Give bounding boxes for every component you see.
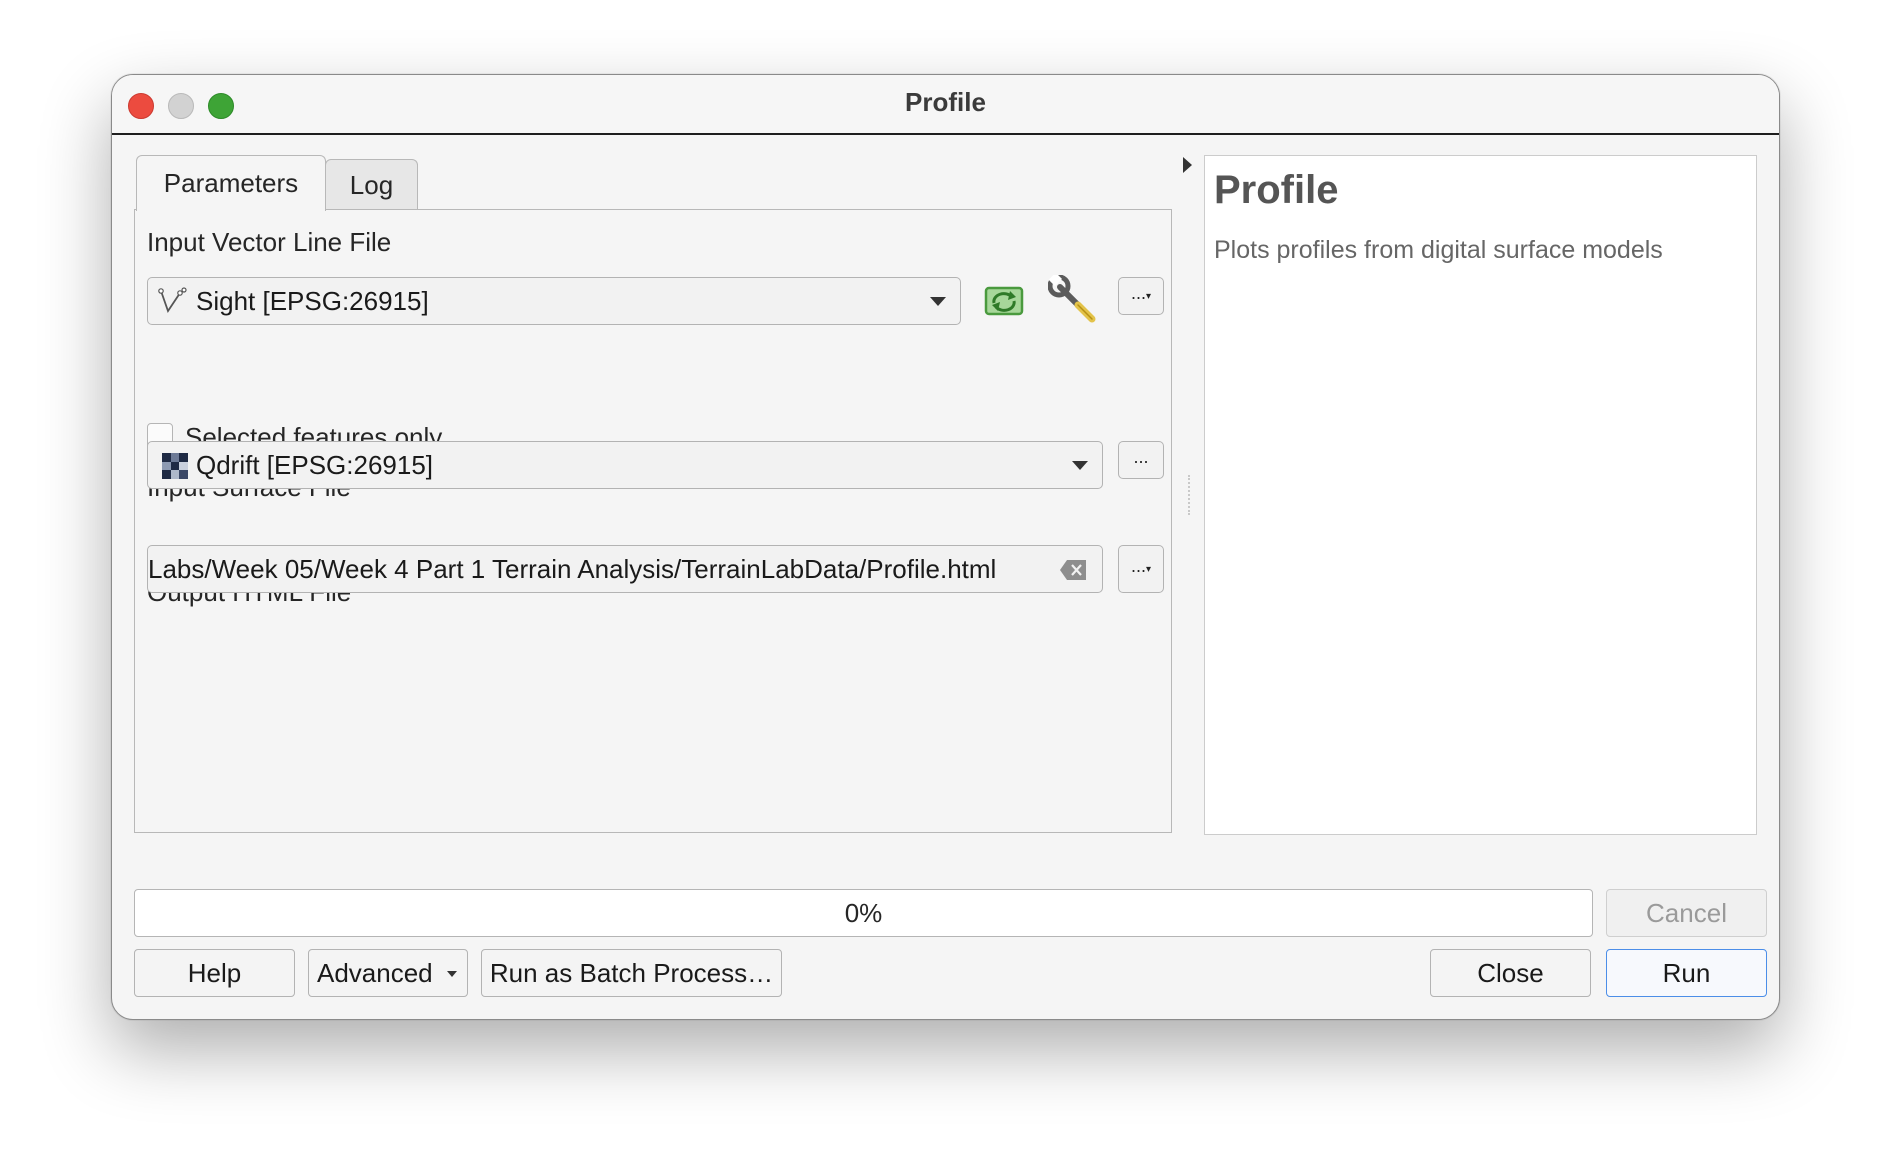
batch-process-button[interactable]: Run as Batch Process… bbox=[481, 949, 782, 997]
iterate-icon[interactable] bbox=[980, 279, 1028, 323]
chevron-down-icon: ▾ bbox=[1145, 291, 1152, 302]
collapse-help-icon[interactable] bbox=[1183, 157, 1192, 173]
tab-parameters[interactable]: Parameters bbox=[136, 155, 326, 211]
cancel-button[interactable]: Cancel bbox=[1606, 889, 1767, 937]
vector-browse-button[interactable]: ...▾ bbox=[1118, 277, 1164, 315]
output-browse-button[interactable]: ...▾ bbox=[1118, 545, 1164, 593]
output-html-value: Labs/Week 05/Week 4 Part 1 Terrain Analy… bbox=[148, 554, 997, 584]
browse-label: ... bbox=[1130, 556, 1146, 576]
progress-text: 0% bbox=[844, 898, 883, 928]
vector-line-value: Sight [EPSG:26915] bbox=[196, 286, 429, 316]
splitter-handle[interactable] bbox=[1188, 475, 1192, 515]
clear-text-icon[interactable] bbox=[1060, 560, 1086, 580]
run-button[interactable]: Run bbox=[1606, 949, 1767, 997]
tab-log[interactable]: Log bbox=[325, 159, 418, 209]
raster-layer-icon bbox=[162, 453, 188, 479]
output-html-field[interactable]: Labs/Week 05/Week 4 Part 1 Terrain Analy… bbox=[147, 545, 1103, 593]
close-button[interactable]: Close bbox=[1430, 949, 1591, 997]
line-layer-icon bbox=[158, 287, 187, 314]
chevron-down-icon: ▾ bbox=[1145, 564, 1152, 575]
wrench-icon[interactable] bbox=[1048, 275, 1100, 325]
surface-file-value: Qdrift [EPSG:26915] bbox=[196, 450, 434, 480]
vector-line-select[interactable]: Sight [EPSG:26915] bbox=[147, 277, 961, 325]
browse-label: ... bbox=[1130, 283, 1146, 303]
help-button[interactable]: Help bbox=[134, 949, 295, 997]
chevron-down-icon bbox=[447, 971, 457, 977]
profile-dialog: Profile Parameters Log Input Vector Line… bbox=[111, 74, 1780, 1020]
advanced-button[interactable]: Advanced bbox=[308, 949, 468, 997]
surface-browse-button[interactable]: ... bbox=[1118, 441, 1164, 479]
advanced-label: Advanced bbox=[317, 958, 433, 988]
window-title: Profile bbox=[905, 87, 986, 117]
help-description: Plots profiles from digital surface mode… bbox=[1214, 236, 1663, 264]
help-title: Profile bbox=[1214, 168, 1339, 212]
chevron-down-icon bbox=[1072, 461, 1088, 470]
vector-line-label: Input Vector Line File bbox=[147, 227, 392, 257]
chevron-down-icon bbox=[930, 297, 946, 306]
title-bar: Profile bbox=[112, 75, 1779, 135]
progress-bar: 0% bbox=[134, 889, 1593, 937]
surface-file-select[interactable]: Qdrift [EPSG:26915] bbox=[147, 441, 1103, 489]
help-panel: Profile Plots profiles from digital surf… bbox=[1204, 155, 1757, 835]
